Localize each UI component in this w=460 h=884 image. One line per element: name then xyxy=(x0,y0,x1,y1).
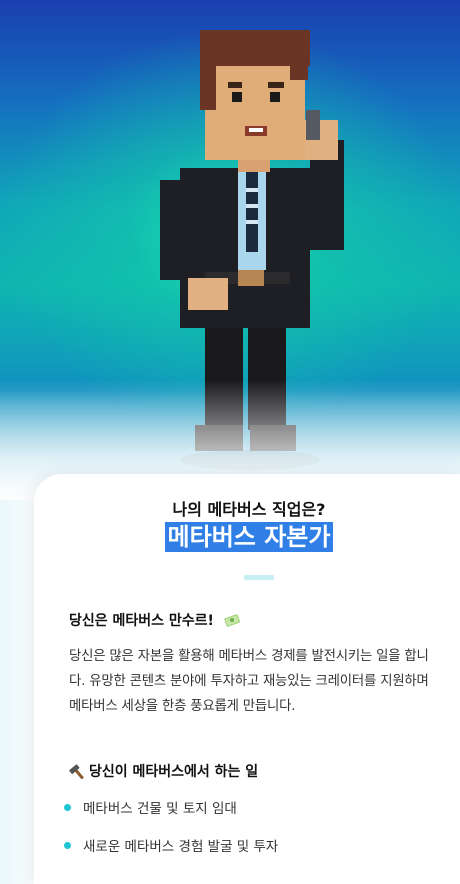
list-item-text: 메타버스 건물 및 토지 임대 xyxy=(83,801,237,817)
money-icon xyxy=(224,614,240,627)
job-title: 메타버스 자본가 xyxy=(34,522,460,552)
section-heading-tasks: 당신이 메타버스에서 하는 일 xyxy=(69,761,258,781)
divider xyxy=(244,575,274,580)
section-heading-description: 당신은 메타버스 만수르! xyxy=(69,610,241,630)
list-item-text: 새로운 메타버스 경험 발굴 및 투자 xyxy=(83,839,279,855)
left-edge-panel xyxy=(0,500,34,884)
result-subtitle: 나의 메타버스 직업은? xyxy=(172,500,326,519)
bullet-icon xyxy=(64,842,71,849)
hammer-icon xyxy=(69,764,84,779)
section-heading-description-text: 당신은 메타버스 만수르! xyxy=(69,613,214,629)
job-title-text: 메타버스 자본가 xyxy=(164,522,334,552)
section-heading-tasks-text: 당신이 메타버스에서 하는 일 xyxy=(89,764,259,780)
list-item: 메타버스 건물 및 토지 임대 xyxy=(64,797,237,817)
bullet-icon xyxy=(64,804,71,811)
section-body-description: 당신은 많은 자본을 활용해 메타버스 경제를 발전시키는 일을 합니다. 유망… xyxy=(69,649,429,714)
hero-banner xyxy=(0,0,460,520)
result-card: 나의 메타버스 직업은? 메타버스 자본가 당신은 메타버스 만수르! 당신은 … xyxy=(34,474,460,884)
list-item: 새로운 메타버스 경험 발굴 및 투자 xyxy=(64,835,278,855)
